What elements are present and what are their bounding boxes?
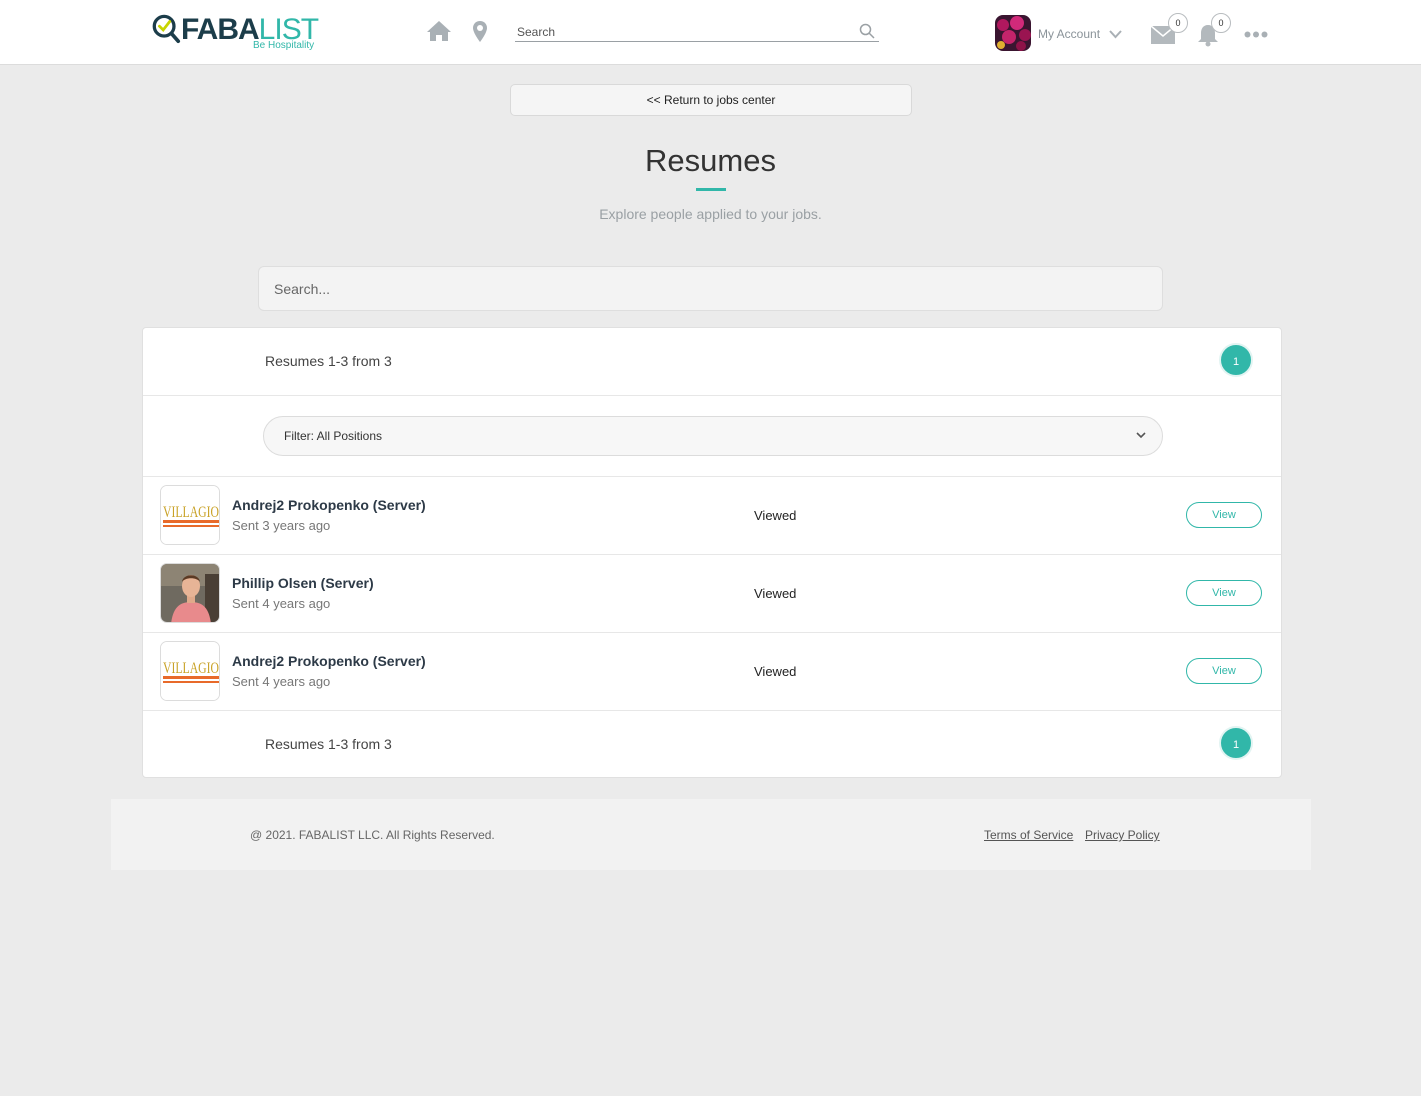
- title-underline: [696, 188, 726, 191]
- logo-tagline: Be Hospitality: [253, 40, 315, 51]
- location-pin-icon[interactable]: [472, 20, 488, 43]
- svg-text:VILLAGIO: VILLAGIO: [163, 504, 219, 521]
- results-count: Resumes 1-3 from 3: [265, 736, 392, 752]
- home-icon[interactable]: [426, 20, 452, 42]
- filter-label: Filter: All Positions: [284, 429, 383, 443]
- person-photo-image: [161, 564, 219, 622]
- page-title: Resumes: [645, 143, 776, 178]
- results-count: Resumes 1-3 from 3: [265, 353, 392, 369]
- view-button[interactable]: View: [1186, 658, 1262, 684]
- sent-time: Sent 4 years ago: [232, 674, 331, 689]
- position-filter-select[interactable]: Filter: All Positions: [263, 416, 1163, 456]
- resumes-panel: Resumes 1-3 from 3 1 Filter: All Positio…: [142, 327, 1282, 778]
- pagination-header: Resumes 1-3 from 3 1: [143, 328, 1281, 396]
- fabalist-logo[interactable]: FABALIST Be Hospitality: [151, 13, 319, 53]
- header-search-input[interactable]: [515, 22, 845, 41]
- page-footer: @ 2021. FABALIST LLC. All Rights Reserve…: [111, 799, 1311, 870]
- notifications-count-badge: 0: [1211, 13, 1231, 33]
- status-text: Viewed: [754, 586, 797, 601]
- resume-row: VILLAGIO Andrej2 Prokopenko (Server) Sen…: [143, 477, 1281, 555]
- villagio-logo-image: VILLAGIO: [161, 642, 219, 700]
- my-account-menu[interactable]: My Account: [1038, 27, 1100, 41]
- villagio-logo-thumbnail[interactable]: VILLAGIO: [160, 485, 220, 545]
- search-icon[interactable]: [859, 23, 875, 39]
- terms-of-service-link[interactable]: Terms of Service: [984, 828, 1073, 842]
- sent-time: Sent 4 years ago: [232, 596, 331, 611]
- status-text: Viewed: [754, 508, 797, 523]
- sent-time: Sent 3 years ago: [232, 518, 331, 533]
- pagination-footer: Resumes 1-3 from 3 1: [143, 711, 1281, 777]
- applicant-name[interactable]: Phillip Olsen (Server): [232, 575, 374, 591]
- logo-magnifier-icon: [152, 14, 181, 44]
- chevron-down-icon[interactable]: [1109, 30, 1122, 39]
- resume-row: Phillip Olsen (Server) Sent 4 years ago …: [143, 555, 1281, 633]
- svg-text:VILLAGIO: VILLAGIO: [163, 660, 219, 677]
- villagio-logo-thumbnail[interactable]: VILLAGIO: [160, 641, 220, 701]
- view-button[interactable]: View: [1186, 580, 1262, 606]
- avatar-image: [995, 15, 1031, 51]
- resume-search-input[interactable]: [258, 266, 1163, 311]
- applicant-name[interactable]: Andrej2 Prokopenko (Server): [232, 653, 426, 669]
- more-options-icon[interactable]: [1244, 31, 1268, 38]
- filter-row: Filter: All Positions: [143, 396, 1281, 477]
- top-navbar: FABALIST Be Hospitality My Account: [0, 0, 1421, 65]
- user-avatar[interactable]: [995, 15, 1031, 51]
- copyright-text: @ 2021. FABALIST LLC. All Rights Reserve…: [250, 828, 495, 842]
- header-search: [515, 22, 879, 42]
- page-1-button[interactable]: 1: [1219, 726, 1253, 760]
- page-subtitle: Explore people applied to your jobs.: [599, 206, 822, 222]
- status-text: Viewed: [754, 664, 797, 679]
- view-button[interactable]: View: [1186, 502, 1262, 528]
- page-1-button[interactable]: 1: [1219, 343, 1253, 377]
- chevron-down-icon: [1136, 432, 1146, 439]
- messages-count-badge: 0: [1168, 13, 1188, 33]
- resume-row: VILLAGIO Andrej2 Prokopenko (Server) Sen…: [143, 633, 1281, 711]
- applicant-name[interactable]: Andrej2 Prokopenko (Server): [232, 497, 426, 513]
- privacy-policy-link[interactable]: Privacy Policy: [1085, 828, 1160, 842]
- return-to-jobs-button[interactable]: << Return to jobs center: [510, 84, 912, 116]
- applicant-photo-thumbnail[interactable]: [160, 563, 220, 623]
- villagio-logo-image: VILLAGIO: [161, 486, 219, 544]
